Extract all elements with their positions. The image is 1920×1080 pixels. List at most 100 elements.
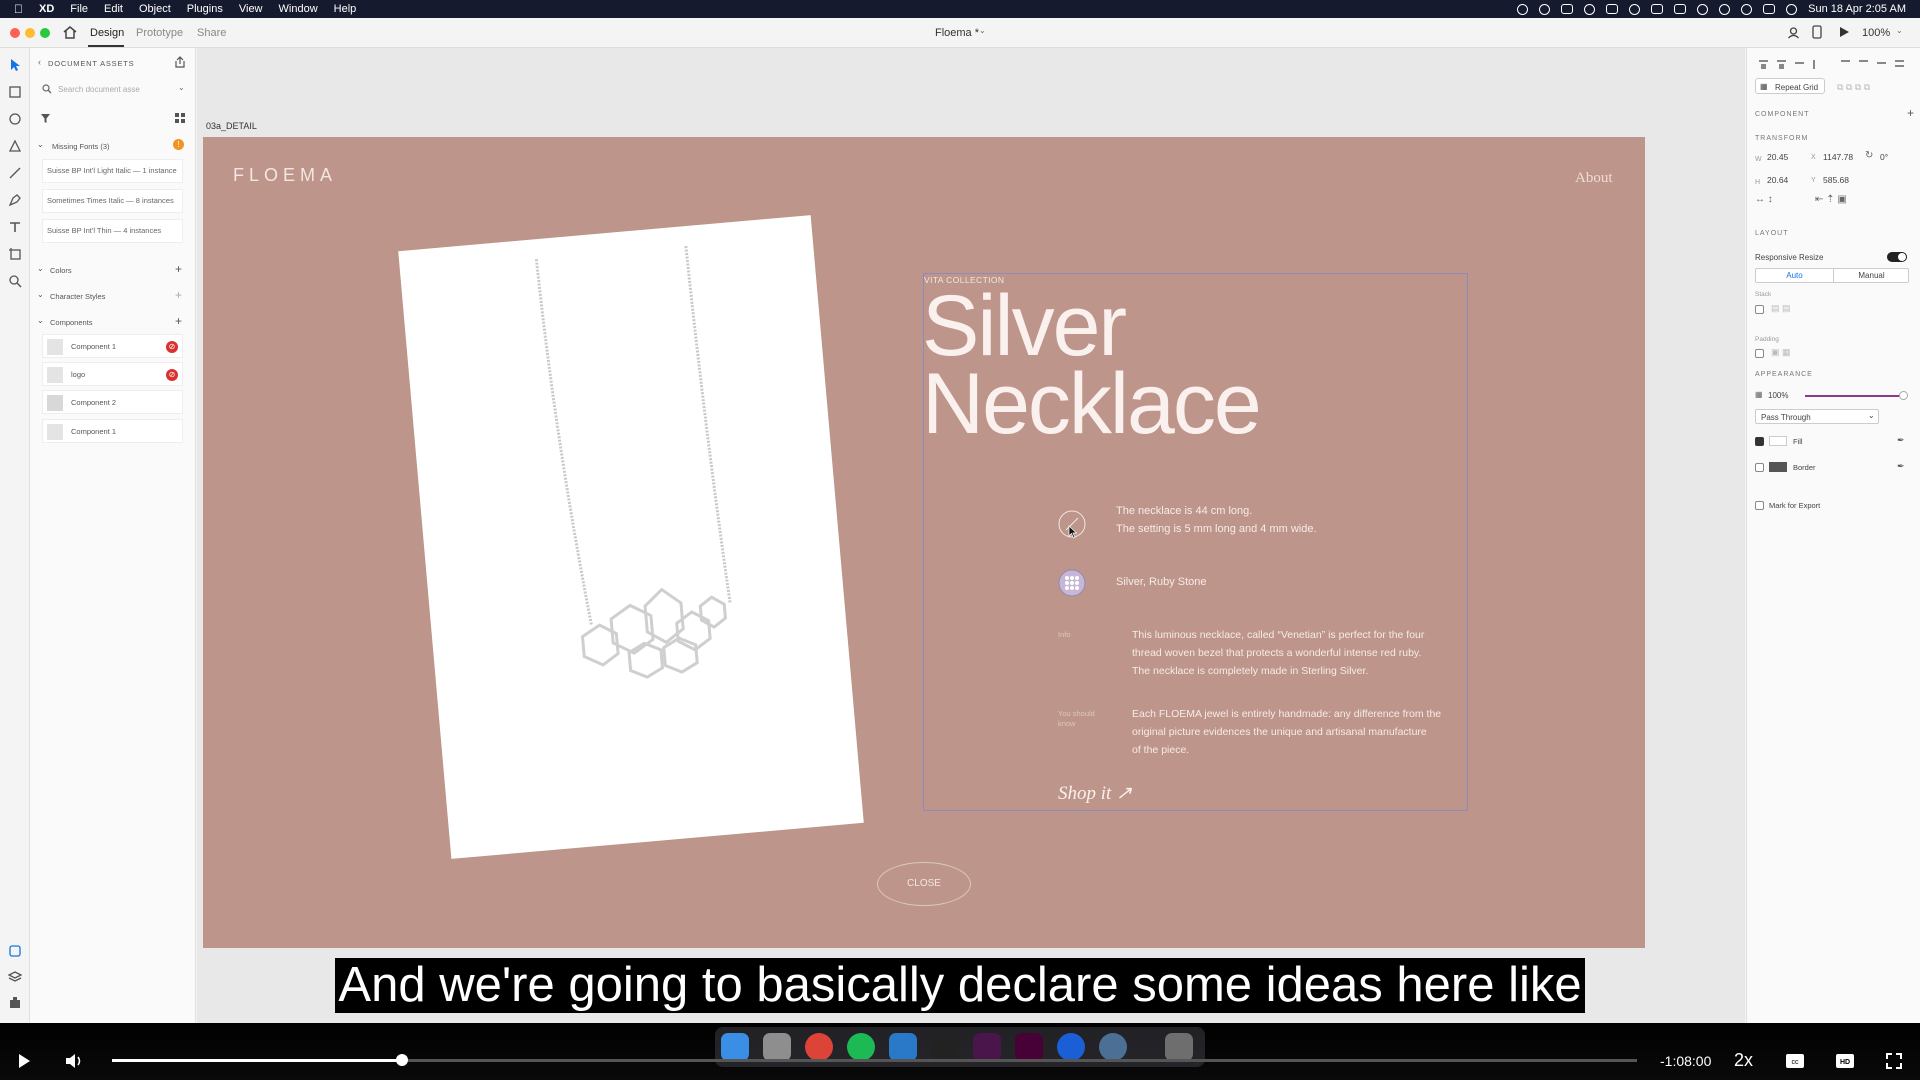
launchpad-icon[interactable] bbox=[763, 1033, 791, 1061]
missing-font-item[interactable]: Suisse BP Int'l Thin — 4 instances bbox=[42, 219, 183, 243]
menu-window[interactable]: Window bbox=[279, 3, 318, 15]
height-input[interactable]: 20.64 bbox=[1767, 175, 1788, 185]
spotify-icon[interactable] bbox=[847, 1033, 875, 1061]
artboard-tool-icon[interactable] bbox=[8, 247, 22, 261]
menu-help[interactable]: Help bbox=[334, 3, 357, 15]
bluetooth-icon[interactable] bbox=[1697, 3, 1709, 15]
add-component-state-icon[interactable]: + bbox=[1907, 106, 1914, 120]
search-chevron-icon[interactable]: ⌄ bbox=[178, 83, 185, 92]
vscode-icon[interactable] bbox=[889, 1033, 917, 1061]
plugins-panel-icon[interactable] bbox=[8, 996, 22, 1010]
opacity-slider-knob[interactable] bbox=[1899, 391, 1908, 400]
captions-icon[interactable]: cc bbox=[1785, 1053, 1805, 1069]
colors-label[interactable]: Colors bbox=[50, 266, 72, 275]
fill-checkbox[interactable] bbox=[1755, 437, 1764, 446]
missing-font-item[interactable]: Suisse BP Int'l Light Italic — 1 instanc… bbox=[42, 159, 183, 183]
flip-tools-icon[interactable]: ↔ ↕ bbox=[1755, 194, 1773, 205]
missing-fonts-label[interactable]: Missing Fonts (3) bbox=[52, 142, 110, 151]
apple-icon[interactable]:  bbox=[14, 2, 23, 16]
missing-fonts-chevron-icon[interactable]: ⌄ bbox=[37, 140, 44, 149]
opacity-value[interactable]: 100% bbox=[1768, 391, 1788, 400]
zoom-chevron-icon[interactable]: ⌄ bbox=[1896, 26, 1903, 35]
rectangle-tool-icon[interactable] bbox=[8, 85, 22, 99]
mark-for-export-checkbox[interactable] bbox=[1755, 501, 1764, 510]
component-item[interactable]: logo ⊘ bbox=[42, 362, 183, 386]
add-character-style-icon[interactable]: + bbox=[175, 288, 182, 302]
tab-prototype[interactable]: Prototype bbox=[136, 27, 183, 39]
menubar-clock[interactable]: Sun 18 Apr 2:05 AM bbox=[1808, 3, 1906, 15]
menu-edit[interactable]: Edit bbox=[104, 3, 123, 15]
opacity-slider[interactable] bbox=[1805, 395, 1901, 397]
finder-icon[interactable] bbox=[721, 1033, 749, 1061]
components-chevron-icon[interactable]: ⌄ bbox=[37, 316, 44, 325]
minimize-window-icon[interactable] bbox=[25, 28, 35, 38]
menu-plugins[interactable]: Plugins bbox=[187, 3, 223, 15]
hd-quality-icon[interactable]: HD bbox=[1835, 1053, 1855, 1069]
line-tool-icon[interactable] bbox=[8, 166, 22, 180]
missing-font-item[interactable]: Sometimes Times Italic — 8 instances bbox=[42, 189, 183, 213]
chevron-down-icon[interactable]: ⌄ bbox=[979, 26, 986, 35]
back-chevron-icon[interactable]: ‹ bbox=[38, 57, 41, 67]
components-label[interactable]: Components bbox=[50, 318, 93, 327]
shop-it-link[interactable]: Shop it ↗ bbox=[1058, 782, 1132, 805]
colors-chevron-icon[interactable]: ⌄ bbox=[37, 264, 44, 273]
add-component-icon[interactable]: + bbox=[175, 314, 182, 328]
chrome-icon[interactable] bbox=[805, 1033, 833, 1061]
menu-view[interactable]: View bbox=[239, 3, 263, 15]
about-link[interactable]: About bbox=[1575, 170, 1613, 187]
menu-object[interactable]: Object bbox=[139, 3, 171, 15]
fullscreen-icon[interactable] bbox=[1886, 1053, 1902, 1069]
close-window-icon[interactable] bbox=[10, 28, 20, 38]
character-styles-label[interactable]: Character Styles bbox=[50, 292, 105, 301]
layers-panel-icon[interactable] bbox=[8, 970, 22, 984]
volume-icon[interactable] bbox=[65, 1052, 85, 1070]
menu-file[interactable]: File bbox=[70, 3, 88, 15]
padding-mode-icon[interactable]: ▣ ▦ bbox=[1771, 347, 1791, 358]
eyedropper-icon[interactable]: ✒ bbox=[1897, 461, 1905, 472]
text-tool-icon[interactable] bbox=[8, 220, 22, 234]
terminal-icon[interactable] bbox=[931, 1033, 959, 1061]
home-icon[interactable] bbox=[63, 26, 77, 39]
control-center-icon[interactable] bbox=[1763, 4, 1776, 14]
boolean-ops-icon[interactable]: ⧉ ⧉ ⧉ ⧉ bbox=[1837, 82, 1870, 93]
pen-tool-icon[interactable] bbox=[8, 193, 22, 207]
polygon-tool-icon[interactable] bbox=[8, 139, 22, 153]
close-button[interactable]: CLOSE bbox=[877, 862, 971, 906]
record-icon[interactable] bbox=[1517, 3, 1529, 15]
trash-icon[interactable] bbox=[1165, 1033, 1193, 1061]
eyedropper-icon[interactable]: ✒ bbox=[1897, 435, 1905, 446]
battery-icon[interactable] bbox=[1651, 4, 1664, 14]
upload-icon[interactable] bbox=[1606, 4, 1619, 14]
play-icon[interactable] bbox=[17, 1053, 31, 1069]
x-input[interactable]: 1147.78 bbox=[1823, 152, 1853, 162]
sync-icon[interactable] bbox=[1584, 3, 1596, 15]
share-users-icon[interactable] bbox=[1787, 26, 1800, 39]
rotation-input[interactable]: 0° bbox=[1880, 152, 1888, 162]
play-circle-icon[interactable] bbox=[1629, 3, 1641, 15]
border-checkbox[interactable] bbox=[1755, 463, 1764, 472]
zoom-level[interactable]: 100% bbox=[1862, 27, 1890, 39]
select-tool-icon[interactable] bbox=[8, 58, 22, 72]
assets-panel-icon[interactable] bbox=[8, 944, 22, 958]
menu-app-name[interactable]: XD bbox=[39, 3, 54, 15]
spotlight-search-icon[interactable] bbox=[1741, 3, 1753, 15]
blend-mode-dropdown[interactable]: Pass Through ⌄ bbox=[1755, 409, 1879, 424]
fill-swatch[interactable] bbox=[1769, 436, 1787, 446]
flag-icon[interactable] bbox=[1674, 4, 1687, 14]
character-styles-chevron-icon[interactable]: ⌄ bbox=[37, 290, 44, 299]
y-input[interactable]: 585.68 bbox=[1823, 175, 1849, 185]
border-swatch[interactable] bbox=[1769, 462, 1787, 472]
grid-view-icon[interactable] bbox=[175, 113, 185, 123]
component-item[interactable]: Component 2 bbox=[42, 390, 183, 414]
stack-direction-icon[interactable]: ▤ ▤ bbox=[1771, 303, 1791, 314]
auto-option[interactable]: Auto bbox=[1756, 269, 1833, 282]
playback-speed-button[interactable]: 2x bbox=[1734, 1050, 1753, 1071]
manual-option[interactable]: Manual bbox=[1833, 269, 1909, 282]
maps-icon[interactable] bbox=[1057, 1033, 1085, 1061]
artboard-label[interactable]: 03a_DETAIL bbox=[206, 121, 257, 131]
video-progress-knob[interactable] bbox=[396, 1054, 408, 1066]
document-title[interactable]: Floema * bbox=[935, 27, 979, 39]
filter-icon[interactable] bbox=[40, 113, 51, 124]
width-input[interactable]: 20.45 bbox=[1767, 152, 1788, 162]
play-preview-icon[interactable] bbox=[1839, 26, 1850, 38]
